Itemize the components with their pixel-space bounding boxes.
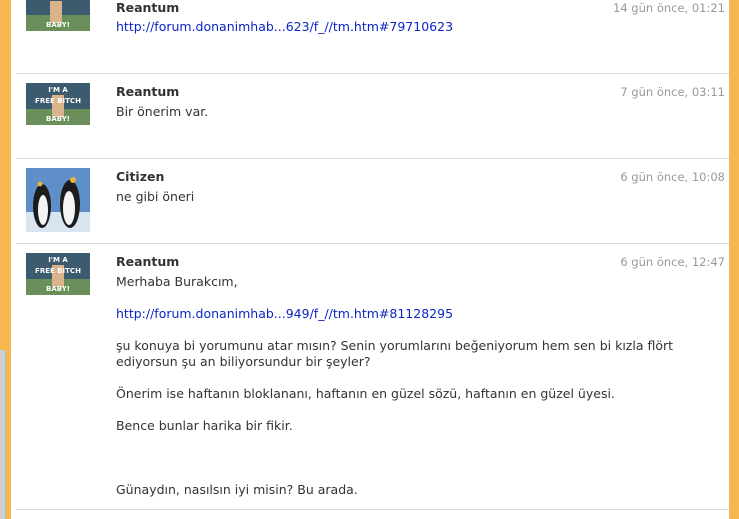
message-entry: I'M A FREE BITCH BABY! Reantum 7 gün önc… [16,74,729,159]
message-author[interactable]: Reantum [116,254,179,269]
message-body: http://forum.donanimhab...623/f_//tm.htm… [116,19,696,35]
avatar-caption: FREE BITCH [35,267,81,275]
message-link[interactable]: http://forum.donanimhab...623/f_//tm.htm… [116,19,453,34]
message-entry: I'M A FREE BITCH BABY! Reantum 6 gün önc… [16,244,729,510]
message-paragraph: Önerim ise haftanın bloklananı, haftanın… [116,386,615,401]
free-bitch-baby-avatar-image: I'M A FREE BITCH BABY! [26,83,90,125]
message-timestamp: 6 gün önce, 12:47 [620,255,725,269]
message-body: Merhaba Burakcım, http://forum.donanimha… [116,274,696,498]
message-paragraph: Günaydın, nasılsın iyi misin? Bu arada. [116,482,358,497]
message-paragraph: şu konuya bi yorumunu atar mısın? Senin … [116,338,674,369]
message-timestamp: 14 gün önce, 01:21 [613,1,725,15]
avatar-caption: BABY! [46,285,70,293]
message-author[interactable]: Reantum [116,0,179,15]
free-bitch-baby-avatar-image: FREE BITCH BABY! [26,0,90,31]
message-timestamp: 6 gün önce, 10:08 [620,170,725,184]
avatar-caption: I'M A [48,86,68,94]
message-author[interactable]: Citizen [116,169,164,184]
message-body: Bir önerim var. [116,104,209,119]
message-link[interactable]: http://forum.donanimhab...949/f_//tm.htm… [116,306,453,321]
avatar[interactable]: I'M A FREE BITCH BABY! [26,83,90,125]
message-body: ne gibi öneri [116,189,195,204]
avatar-caption: BABY! [46,115,70,123]
message-entry: FREE BITCH BABY! Reantum 14 gün önce, 01… [16,0,729,74]
message-author[interactable]: Reantum [116,84,179,99]
avatar[interactable]: FREE BITCH BABY! [26,0,90,31]
avatar-caption: FREE BITCH [35,97,81,105]
message-timestamp: 7 gün önce, 03:11 [620,85,725,99]
message-paragraph: Bence bunlar harika bir fikir. [116,418,293,433]
avatar[interactable] [26,168,90,232]
free-bitch-baby-avatar-image: I'M A FREE BITCH BABY! [26,253,90,295]
right-frame-border [729,0,739,519]
avatar-caption: BABY! [46,21,70,29]
message-feed: FREE BITCH BABY! Reantum 14 gün önce, 01… [16,0,729,519]
avatar[interactable]: I'M A FREE BITCH BABY! [26,253,90,295]
divider [16,509,729,510]
avatar-caption: I'M A [48,256,68,264]
scrollbar-thumb[interactable] [0,350,6,519]
message-greeting: Merhaba Burakcım, [116,274,238,289]
penguins-avatar-image [26,168,90,232]
message-entry: Citizen 6 gün önce, 10:08 ne gibi öneri [16,159,729,244]
